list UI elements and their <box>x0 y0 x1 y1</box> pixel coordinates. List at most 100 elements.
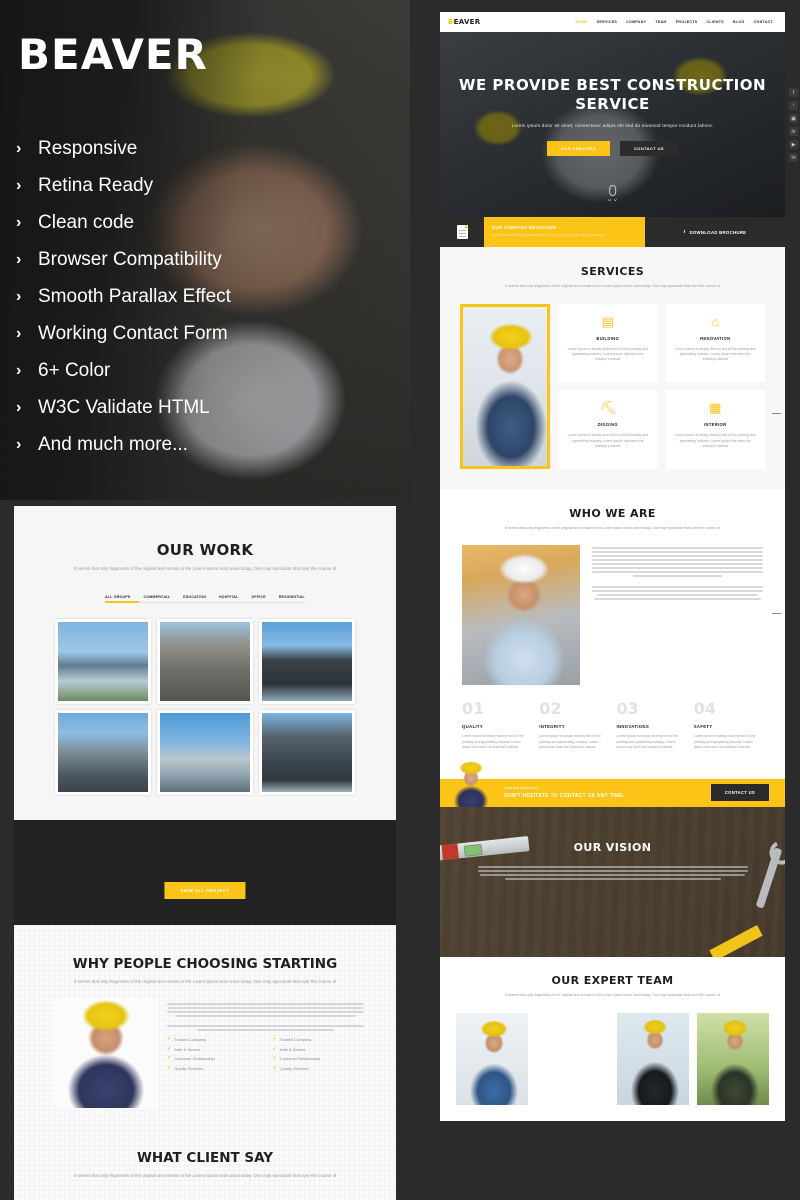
why-check-label: Customer Relationship <box>174 1056 215 1061</box>
why-check-item: ✔ Quality Services <box>167 1064 259 1071</box>
scroll-down-indicator[interactable]: ⌄⌄ <box>607 185 618 203</box>
service-card[interactable]: ⛏ DIGGING Lorem Ipsum is simply dummy text… <box>558 390 658 469</box>
stat-number: 01 <box>462 699 485 719</box>
hero-banner: WE PROVIDE BEST CONSTRUCTION SERVICE Lor… <box>440 32 785 217</box>
service-card[interactable]: ⌂ RENOVATION Lorem Ipsum is simply dummy t… <box>665 303 765 383</box>
section-divider-dash <box>772 413 781 414</box>
check-icon: ✔ <box>272 1045 277 1052</box>
cta-headline: DON'T HESITATE TO CONTACT US ANY TIME.. <box>504 793 627 800</box>
chevron-right-icon: › <box>16 398 22 416</box>
nav-item-team[interactable]: TEAM <box>655 20 666 24</box>
why-choosing-subtitle: It seems that only fragments of the orig… <box>73 979 337 984</box>
cta-contact-us-button[interactable]: CONTACT US <box>710 784 769 802</box>
services-title: SERVICES <box>580 265 645 278</box>
team-member-card[interactable] <box>696 1012 769 1105</box>
promo-feature-label: Working Contact Form <box>38 322 228 344</box>
our-work-section: OUR WORK It seems that only fragments of… <box>14 506 396 851</box>
promo-feature-label: Browser Compatibility <box>38 248 222 270</box>
nav-item-contact[interactable]: CONTACT <box>754 20 773 24</box>
brochure-subtitle: Lorem ipsum is simply dummy text of the … <box>492 233 604 237</box>
why-check-item: ✔ Trusted Company <box>167 1036 259 1043</box>
work-gallery-grid <box>55 618 355 795</box>
who-we-are-title: WHO WE ARE <box>569 506 656 520</box>
why-check-item: ✔ Customer Relationship <box>272 1055 365 1062</box>
service-name: RENOVATION <box>700 335 731 341</box>
work-filter-all-groups[interactable]: ALL GROUPS <box>105 595 131 599</box>
why-paragraph-2-lines <box>167 1025 364 1031</box>
promo-feature-item: › W3C Validate HTML <box>16 389 396 426</box>
why-worker-photo <box>54 998 159 1108</box>
check-icon: ✔ <box>167 1036 172 1042</box>
why-check-label: Quality Services <box>279 1065 309 1071</box>
promo-feature-item: › 6+ Color <box>16 352 396 389</box>
brochure-icon-box <box>440 217 484 247</box>
nav-item-company[interactable]: COMPANY <box>626 20 646 24</box>
work-item-6[interactable] <box>259 709 355 795</box>
service-name: INTERIOR <box>704 422 727 428</box>
work-filter-education[interactable]: EDUCATION <box>183 595 206 599</box>
promo-feature-label: And much more... <box>38 433 188 455</box>
who-we-are-subtitle: It seems that only fragments of the orig… <box>505 525 720 530</box>
team-member-card[interactable] <box>616 1012 689 1105</box>
work-item-3[interactable] <box>259 618 355 704</box>
ruler-tool <box>709 924 763 957</box>
nav-item-blog[interactable]: BLOG <box>733 20 745 24</box>
download-brochure-button[interactable]: ⭳ DOWNLOAD BROCHURE <box>645 217 785 247</box>
digger-worker-icon: ⛏ <box>599 400 616 416</box>
facebook-icon[interactable]: f <box>789 88 798 97</box>
nav-item-clients[interactable]: CLIENTS <box>707 20 724 24</box>
brick-wall-icon: ▤ <box>601 313 614 329</box>
service-card[interactable]: ▤ BUILDING Lorem Ipsum is simply dummy tex… <box>558 303 658 383</box>
work-item-5[interactable] <box>157 709 253 795</box>
nav-item-projects[interactable]: PROJECTS <box>676 20 698 24</box>
work-item-1[interactable] <box>55 618 151 704</box>
team-member-card[interactable] <box>536 1013 608 1105</box>
check-icon: ✔ <box>167 1055 172 1061</box>
stats-row: 01 QUALITY Lorem Ipsum is simply dummy tex… <box>440 701 785 751</box>
youtube-icon[interactable]: ▶ <box>789 140 798 149</box>
why-check-column-left: ✔ Trusted Company ✔ Safe & Secure ✔ Customer … <box>167 1037 259 1075</box>
stat-column: 01 QUALITY Lorem Ipsum is simply dummy tex… <box>462 701 531 751</box>
chevron-right-icon: › <box>16 250 22 268</box>
work-item-2[interactable] <box>157 618 253 704</box>
check-icon: ✔ <box>167 1064 172 1071</box>
who-paragraph-2-lines <box>592 586 763 601</box>
nav-item-services[interactable]: SERVICES <box>597 20 618 24</box>
why-choosing-section: WHY PEOPLE CHOOSING STARTING It seems th… <box>14 925 396 1125</box>
team-member-card[interactable] <box>456 1012 529 1105</box>
nav-item-home[interactable]: HOME <box>576 20 588 24</box>
promo-feature-label: Retina Ready <box>38 174 154 196</box>
hero-our-services-button[interactable]: OUR SERVICES <box>547 140 611 156</box>
chevron-right-icon: › <box>16 287 22 305</box>
check-icon: ✔ <box>272 1055 277 1061</box>
work-filter-office[interactable]: OFFICE <box>251 595 265 599</box>
social-sidebar: f ᵗ ▣ in ▶ ✉ <box>789 88 798 162</box>
promo-feature-item: › Browser Compatibility <box>16 241 396 278</box>
promo-feature-item: › Responsive <box>16 130 396 167</box>
work-item-4[interactable] <box>55 709 151 795</box>
work-filter-hospital[interactable]: HOSPITAL <box>219 595 239 599</box>
why-paragraph-1-lines <box>167 1003 364 1017</box>
hero-title: WE PROVIDE BEST CONSTRUCTION SERVICE <box>458 76 767 113</box>
why-choosing-title: WHY PEOPLE CHOOSING STARTING <box>72 956 338 972</box>
promo-brand-title: BEAVER <box>18 30 208 79</box>
hero-contact-us-button[interactable]: CONTACT US <box>620 140 678 156</box>
site-logo[interactable]: BEAVER <box>448 18 480 26</box>
document-icon <box>456 225 468 239</box>
stat-description: Lorem Ipsum is simply dummy text of the … <box>693 734 756 750</box>
twitter-icon[interactable]: ᵗ <box>789 101 798 110</box>
stat-name: INTEGRITY <box>539 724 565 730</box>
work-filter-residential[interactable]: RESIDENTIAL <box>279 595 305 599</box>
instagram-icon[interactable]: ▣ <box>789 114 798 123</box>
stat-number: 02 <box>539 699 562 719</box>
main-navigation: HOME SERVICES COMPANY TEAM PROJECTS CLIENTS BL… <box>576 20 777 24</box>
service-description: Lorem Ipsum is simply dummy text of the … <box>675 346 756 362</box>
view-all-project-button[interactable]: VIEW ALL PROJECT <box>164 882 246 899</box>
work-dark-band: VIEW ALL PROJECT <box>14 820 396 925</box>
work-filter-commercial[interactable]: COMMERCIAL <box>143 595 170 599</box>
email-icon[interactable]: ✉ <box>789 153 798 162</box>
site-header: BEAVER HOME SERVICES COMPANY TEAM PROJECTS CL… <box>440 12 785 32</box>
linkedin-icon[interactable]: in <box>789 127 798 136</box>
stat-column: 04 SAFETY Lorem Ipsum is simply dummy text… <box>694 701 763 751</box>
service-card[interactable]: ▦ INTERIOR Lorem Ipsum is simply dummy tex… <box>665 390 765 469</box>
